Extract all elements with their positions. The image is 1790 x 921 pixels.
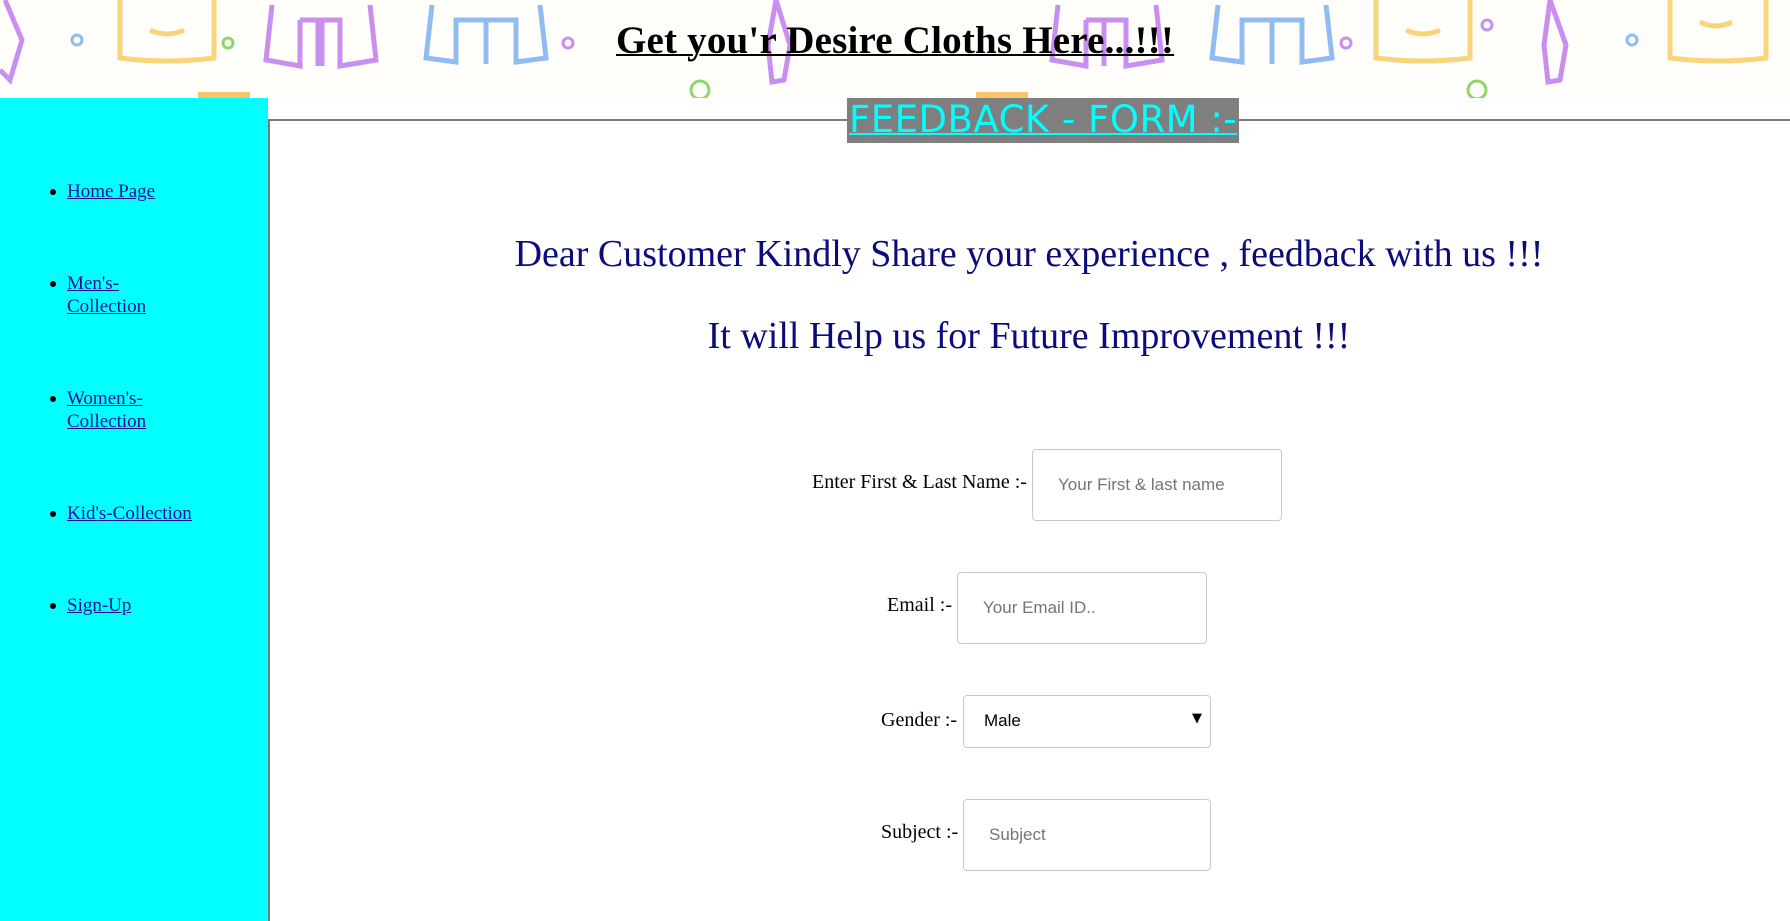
gender-select[interactable]: Male ▼ [963,695,1211,748]
list-bullet [50,603,56,609]
list-bullet [50,281,56,287]
form-legend: FEEDBACK - FORM :- [847,98,1240,143]
mens-collection-link[interactable]: Men's-Collection [67,272,167,318]
name-input[interactable] [1032,449,1282,521]
dropdown-arrow-icon: ▼ [1192,711,1202,726]
kids-collection-link[interactable]: Kid's-Collection [67,502,237,525]
email-input[interactable] [957,572,1207,644]
site-title: Get you'r Desire Cloths Here...!!! [615,19,1175,62]
subject-input[interactable] [963,799,1211,871]
list-bullet [50,511,56,517]
name-label: Enter First & Last Name :- [812,471,1027,493]
list-bullet [50,189,56,195]
subject-label: Subject :- [881,821,959,843]
feedback-message-line2: It will Help us for Future Improvement !… [707,315,1351,357]
sidebar-nav: Home Page Men's-Collection Women's-Colle… [0,98,268,921]
ring-icon [1466,79,1488,98]
ring-icon [689,79,711,98]
list-bullet [50,396,56,402]
feedback-message-line1: Dear Customer Kindly Share your experien… [514,233,1544,275]
email-label: Email :- [887,594,952,616]
gender-selected-value: Male [984,711,1021,730]
womens-collection-link[interactable]: Women's-Collection [67,387,167,433]
sign-up-link[interactable]: Sign-Up [67,594,207,617]
home-page-link[interactable]: Home Page [67,180,207,203]
feedback-main: FEEDBACK - FORM :- Dear Customer Kindly … [268,98,1790,921]
site-header: Get you'r Desire Cloths Here...!!! [0,0,1790,98]
gender-label: Gender :- [881,709,958,731]
